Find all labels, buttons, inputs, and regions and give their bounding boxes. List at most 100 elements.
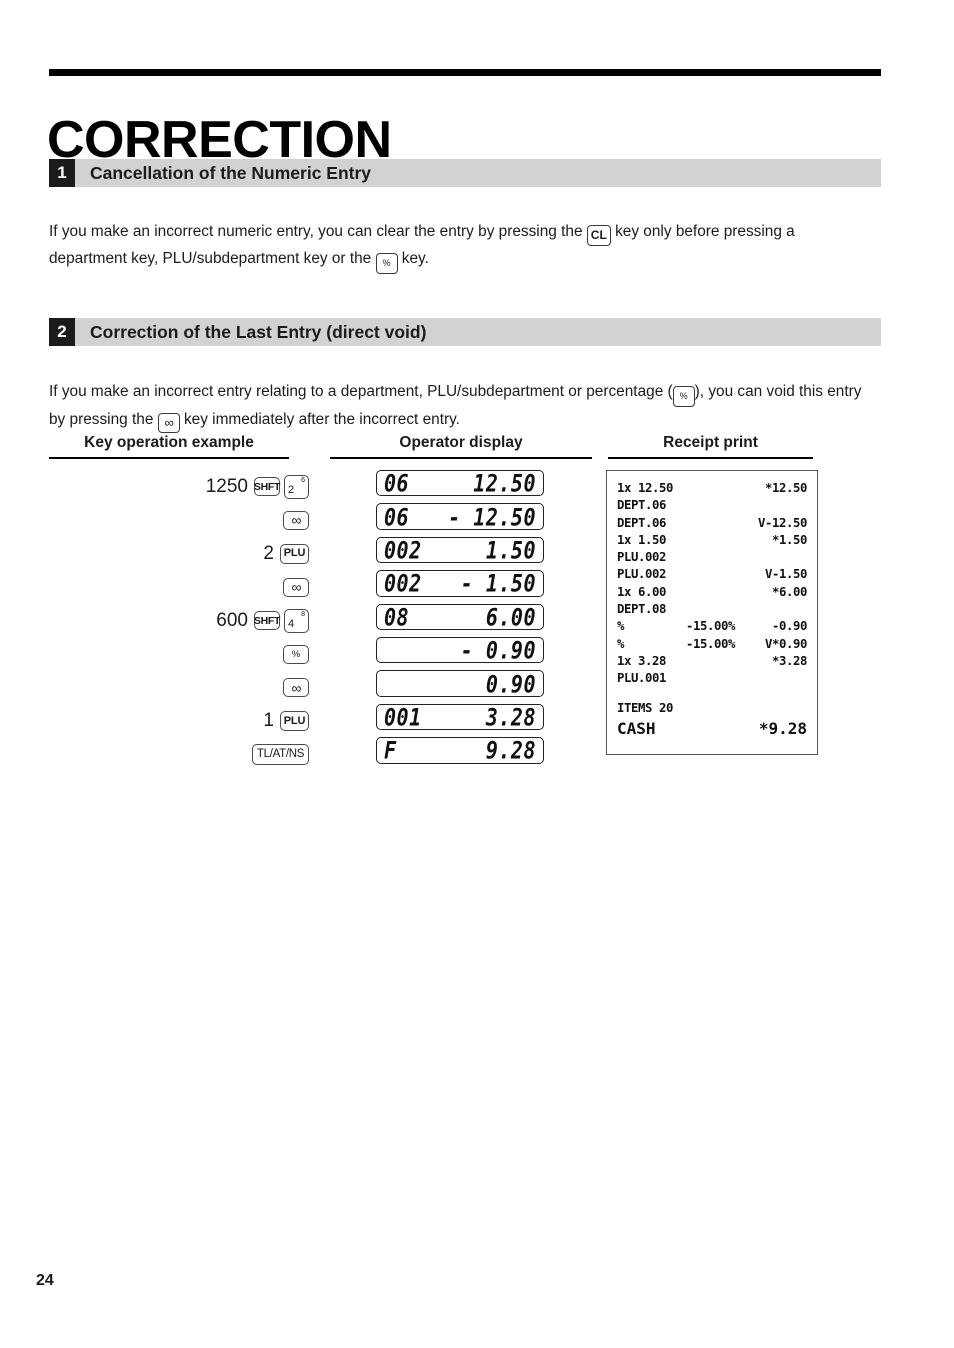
section-1-text-part-3: key. xyxy=(401,250,429,267)
key-operation-row: ∞ xyxy=(49,671,309,705)
section-heading-2: Correction of the Last Entry (direct voi… xyxy=(90,321,427,342)
display-right-value: 9.28 xyxy=(485,737,536,764)
receipt-line-middle: -15.00% xyxy=(685,636,735,651)
display-left-value: 001 xyxy=(384,703,422,731)
receipt-line-middle xyxy=(666,532,745,549)
receipt-line-amount xyxy=(745,700,807,717)
receipt-line-middle xyxy=(666,584,745,601)
receipt-line-amount: V-12.50 xyxy=(757,515,807,530)
key-operation-row: ∞ xyxy=(49,571,309,605)
percent-key-icon: % xyxy=(283,644,309,664)
key-operation-row: TL/AT/NS xyxy=(49,738,309,772)
void-key-icon: ∞ xyxy=(283,510,309,530)
operator-display-row: 0.90 xyxy=(376,670,544,697)
receipt-line-label: ITEMS 20 xyxy=(617,700,674,715)
key-label: TL/AT/NS xyxy=(256,748,305,760)
receipt-spacer xyxy=(617,688,807,700)
display-right-value: 12.50 xyxy=(473,470,536,497)
section-bar-1: 1 Cancellation of the Numeric Entry xyxy=(49,159,881,187)
title-rule xyxy=(49,69,881,76)
operator-display-row: - 0.90 xyxy=(376,636,544,664)
receipt-line-label: DEPT.06 xyxy=(617,515,667,530)
section-2-text-part-1: If you make an incorrect entry relating … xyxy=(49,383,673,400)
section-2-text-part-3: key immediately after the incorrect entr… xyxy=(183,411,460,428)
percent-key-icon: % xyxy=(375,253,398,274)
section-heading-1: Cancellation of the Numeric Entry xyxy=(90,162,372,183)
operator-display-row: F 9.28 xyxy=(376,737,544,764)
key-label: PLU xyxy=(283,714,306,727)
display-left-value: 08 xyxy=(384,603,410,630)
key-label: ∞ xyxy=(291,512,302,529)
receipt-line-amount: *1.50 xyxy=(771,532,807,547)
receipt-print-panel: 1x 12.50 *12.50 DEPT.06 DEPT.06 V-12.50 1x 1.… xyxy=(606,470,818,755)
receipt-line-amount: -0.90 xyxy=(771,619,807,634)
column-header-operator-display: Operator display xyxy=(330,434,592,459)
void-key-icon: ∞ xyxy=(283,577,309,597)
shift-key-icon: SHFT xyxy=(254,611,280,631)
cl-key-icon: CL xyxy=(586,225,611,246)
receipt-line-middle xyxy=(656,718,727,739)
receipt-line-amount: *3.28 xyxy=(771,653,807,668)
document-page: CORRECTION 1 Cancellation of the Numeric… xyxy=(0,0,954,1348)
receipt-line-amount xyxy=(745,497,807,514)
display-right-value: 6.00 xyxy=(485,603,536,630)
receipt-line: ITEMS 20 xyxy=(617,700,807,717)
receipt-line: CASH *9.28 xyxy=(617,718,807,739)
shift-key-icon: SHFT xyxy=(254,477,280,497)
key-label: PLU xyxy=(283,547,306,560)
page-number: 24 xyxy=(36,1272,54,1289)
key-operation-list: 1250 SHFT 2 6 ∞ 2 PLU ∞ 600 SHFT 4 8% ∞ 1 PLU TL/AT/NS xyxy=(49,470,309,772)
display-right-value: 3.28 xyxy=(485,703,536,731)
receipt-line: DEPT.08 xyxy=(617,601,807,618)
department-key-icon: 48 xyxy=(284,608,309,633)
receipt-line-middle xyxy=(673,700,745,717)
receipt-line-label: % xyxy=(617,636,625,651)
receipt-line: 1x 3.28 *3.28 xyxy=(617,653,807,670)
display-left-value: 002 xyxy=(384,536,422,564)
receipt-line: DEPT.06 xyxy=(617,497,807,514)
display-left-value: 06 xyxy=(384,503,410,530)
receipt-line: % -15.00% V*0.90 xyxy=(617,636,807,653)
display-right-value: 1.50 xyxy=(485,536,536,564)
display-right-value: - 1.50 xyxy=(460,570,536,597)
receipt-line-middle: -15.00% xyxy=(685,619,735,634)
key-label: ∞ xyxy=(291,579,302,596)
receipt-line-label: 1x 3.28 xyxy=(617,653,667,668)
receipt-line-middle xyxy=(673,480,745,497)
receipt-line-label: CASH xyxy=(617,718,656,738)
receipt-line-label: PLU.002 xyxy=(617,567,667,582)
key-superscript-label: 6 xyxy=(301,476,305,484)
operator-display-row: 06 12.50 xyxy=(376,470,544,497)
total-key-icon: TL/AT/NS xyxy=(252,744,309,766)
key-label: 2 xyxy=(288,483,295,496)
receipt-line-amount: *9.28 xyxy=(758,718,807,738)
key-label: % xyxy=(291,648,301,660)
receipt-line: PLU.002 V-1.50 xyxy=(617,566,807,583)
display-right-value: - 0.90 xyxy=(460,636,536,664)
receipt-line-amount: V*0.90 xyxy=(764,636,807,651)
section-number-1: 1 xyxy=(49,159,75,187)
operator-display-row: 002 1.50 xyxy=(376,536,544,564)
department-key-icon: 26 xyxy=(284,474,309,499)
receipt-line-label: PLU.001 xyxy=(617,671,667,686)
receipt-line-label: PLU.002 xyxy=(617,550,667,565)
receipt-line-label: 1x 1.50 xyxy=(617,532,667,547)
section-number-2: 2 xyxy=(49,318,75,346)
void-key-icon: ∞ xyxy=(283,678,309,698)
plu-key-icon: PLU xyxy=(280,711,309,732)
plu-key-icon: PLU xyxy=(280,543,309,564)
display-right-value: 0.90 xyxy=(485,670,536,697)
key-operation-row: 1 PLU xyxy=(49,705,309,739)
receipt-line-middle xyxy=(666,515,745,532)
key-operation-number: 2 xyxy=(263,542,274,564)
receipt-line-middle xyxy=(666,601,745,618)
receipt-line-amount: V-1.50 xyxy=(764,567,807,582)
receipt-line-middle xyxy=(666,497,745,514)
receipt-line-label: % xyxy=(617,619,625,634)
receipt-line-middle xyxy=(666,566,745,583)
receipt-line-amount xyxy=(745,601,807,618)
void-key-icon: ∞ xyxy=(157,413,180,433)
receipt-line-label: DEPT.06 xyxy=(617,498,667,513)
key-operation-row: ∞ xyxy=(49,504,309,538)
column-header-receipt-print: Receipt print xyxy=(608,434,813,459)
